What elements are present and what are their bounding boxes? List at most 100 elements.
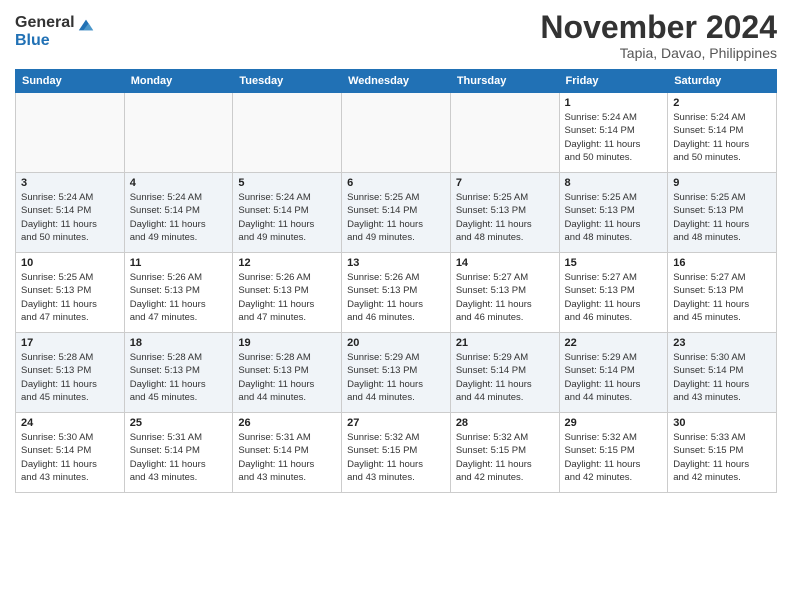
weekday-header-row: SundayMondayTuesdayWednesdayThursdayFrid…: [16, 70, 777, 93]
day-info: Sunrise: 5:25 AMSunset: 5:13 PMDaylight:…: [673, 191, 771, 244]
calendar-cell: 1 Sunrise: 5:24 AMSunset: 5:14 PMDaylight…: [559, 93, 668, 173]
day-number: 8: [565, 177, 663, 189]
calendar-cell: 5Sunrise: 5:24 AMSunset: 5:14 PMDaylight…: [233, 173, 342, 253]
weekday-header-thursday: Thursday: [450, 70, 559, 93]
calendar-cell: 14 Sunrise: 5:27 AMSunset: 5:13 PMDayligh…: [450, 253, 559, 333]
calendar-page: General Blue November 2024 Tapia, Davao,…: [0, 0, 792, 612]
day-number: 20: [347, 337, 445, 349]
day-info: Sunrise: 5:29 AMSunset: 5:14 PMDaylight:…: [456, 351, 554, 404]
day-number: 13: [347, 257, 445, 269]
day-number: 7: [456, 177, 554, 189]
day-info: Sunrise: 5:27 AMSunset: 5:13 PMDaylight:…: [456, 271, 554, 324]
day-info: Sunrise: 5:24 AMSunset: 5:14 PMDaylight:…: [130, 191, 228, 244]
day-number: 26: [238, 417, 336, 429]
calendar-cell: 12Sunrise: 5:26 AMSunset: 5:13 PMDayligh…: [233, 253, 342, 333]
day-number: 30: [673, 417, 771, 429]
day-number: 4: [130, 177, 228, 189]
logo-general-text: General: [15, 14, 75, 32]
day-info: Sunrise: 5:28 AMSunset: 5:13 PMDaylight:…: [238, 351, 336, 404]
day-number: 14: [456, 257, 554, 269]
calendar-cell: 17 Sunrise: 5:28 AMSunset: 5:13 PMDayligh…: [16, 333, 125, 413]
calendar-cell: 8 Sunrise: 5:25 AMSunset: 5:13 PMDaylight…: [559, 173, 668, 253]
calendar-cell: 24Sunrise: 5:30 AMSunset: 5:14 PMDayligh…: [16, 413, 125, 493]
day-number: 21: [456, 337, 554, 349]
day-number: 1: [565, 97, 663, 109]
calendar-cell: 10Sunrise: 5:25 AMSunset: 5:13 PMDayligh…: [16, 253, 125, 333]
day-info: Sunrise: 5:26 AMSunset: 5:13 PMDaylight:…: [347, 271, 445, 324]
day-info: Sunrise: 5:32 AMSunset: 5:15 PMDaylight:…: [347, 431, 445, 484]
day-number: 27: [347, 417, 445, 429]
day-info: Sunrise: 5:24 AMSunset: 5:14 PMDaylight:…: [21, 191, 119, 244]
calendar-cell: 25 Sunrise: 5:31 AMSunset: 5:14 PMDayligh…: [124, 413, 233, 493]
calendar-cell: 21 Sunrise: 5:29 AMSunset: 5:14 PMDayligh…: [450, 333, 559, 413]
day-info: Sunrise: 5:24 AMSunset: 5:14 PMDaylight:…: [565, 111, 663, 164]
day-info: Sunrise: 5:28 AMSunset: 5:13 PMDaylight:…: [21, 351, 119, 404]
calendar-cell: 3 Sunrise: 5:24 AMSunset: 5:14 PMDaylight…: [16, 173, 125, 253]
calendar-week-row: 24Sunrise: 5:30 AMSunset: 5:14 PMDayligh…: [16, 413, 777, 493]
calendar-cell: 2Sunrise: 5:24 AMSunset: 5:14 PMDaylight…: [668, 93, 777, 173]
day-number: 6: [347, 177, 445, 189]
calendar-week-row: 10Sunrise: 5:25 AMSunset: 5:13 PMDayligh…: [16, 253, 777, 333]
day-number: 11: [130, 257, 228, 269]
calendar-cell: 27 Sunrise: 5:32 AMSunset: 5:15 PMDayligh…: [342, 413, 451, 493]
calendar-cell: 20 Sunrise: 5:29 AMSunset: 5:13 PMDayligh…: [342, 333, 451, 413]
calendar-cell: [124, 93, 233, 173]
location: Tapia, Davao, Philippines: [540, 45, 777, 61]
day-number: 29: [565, 417, 663, 429]
logo: General Blue: [15, 14, 95, 49]
calendar-cell: 16 Sunrise: 5:27 AMSunset: 5:13 PMDayligh…: [668, 253, 777, 333]
title-block: November 2024 Tapia, Davao, Philippines: [540, 10, 777, 61]
calendar-week-row: 17 Sunrise: 5:28 AMSunset: 5:13 PMDayligh…: [16, 333, 777, 413]
day-info: Sunrise: 5:25 AMSunset: 5:14 PMDaylight:…: [347, 191, 445, 244]
day-number: 9: [673, 177, 771, 189]
calendar-week-row: 3 Sunrise: 5:24 AMSunset: 5:14 PMDaylight…: [16, 173, 777, 253]
day-info: Sunrise: 5:33 AMSunset: 5:15 PMDaylight:…: [673, 431, 771, 484]
day-number: 24: [21, 417, 119, 429]
day-info: Sunrise: 5:28 AMSunset: 5:13 PMDaylight:…: [130, 351, 228, 404]
day-number: 18: [130, 337, 228, 349]
day-number: 17: [21, 337, 119, 349]
day-number: 5: [238, 177, 336, 189]
calendar-cell: 6 Sunrise: 5:25 AMSunset: 5:14 PMDaylight…: [342, 173, 451, 253]
calendar-cell: 26 Sunrise: 5:31 AMSunset: 5:14 PMDayligh…: [233, 413, 342, 493]
day-number: 15: [565, 257, 663, 269]
calendar-cell: 4 Sunrise: 5:24 AMSunset: 5:14 PMDaylight…: [124, 173, 233, 253]
day-number: 22: [565, 337, 663, 349]
day-number: 16: [673, 257, 771, 269]
day-info: Sunrise: 5:27 AMSunset: 5:13 PMDaylight:…: [565, 271, 663, 324]
day-number: 25: [130, 417, 228, 429]
weekday-header-wednesday: Wednesday: [342, 70, 451, 93]
calendar-cell: 7 Sunrise: 5:25 AMSunset: 5:13 PMDaylight…: [450, 173, 559, 253]
calendar-cell: 29 Sunrise: 5:32 AMSunset: 5:15 PMDayligh…: [559, 413, 668, 493]
calendar-cell: [233, 93, 342, 173]
day-info: Sunrise: 5:31 AMSunset: 5:14 PMDaylight:…: [238, 431, 336, 484]
day-number: 2: [673, 97, 771, 109]
calendar-cell: [16, 93, 125, 173]
calendar-cell: [450, 93, 559, 173]
day-info: Sunrise: 5:29 AMSunset: 5:13 PMDaylight:…: [347, 351, 445, 404]
logo-blue-text: Blue: [15, 32, 75, 50]
weekday-header-saturday: Saturday: [668, 70, 777, 93]
calendar-cell: 19Sunrise: 5:28 AMSunset: 5:13 PMDayligh…: [233, 333, 342, 413]
calendar-cell: 28Sunrise: 5:32 AMSunset: 5:15 PMDayligh…: [450, 413, 559, 493]
weekday-header-friday: Friday: [559, 70, 668, 93]
calendar-table: SundayMondayTuesdayWednesdayThursdayFrid…: [15, 69, 777, 493]
day-info: Sunrise: 5:29 AMSunset: 5:14 PMDaylight:…: [565, 351, 663, 404]
calendar-cell: [342, 93, 451, 173]
day-info: Sunrise: 5:26 AMSunset: 5:13 PMDaylight:…: [238, 271, 336, 324]
calendar-week-row: 1 Sunrise: 5:24 AMSunset: 5:14 PMDaylight…: [16, 93, 777, 173]
calendar-cell: 18 Sunrise: 5:28 AMSunset: 5:13 PMDayligh…: [124, 333, 233, 413]
weekday-header-tuesday: Tuesday: [233, 70, 342, 93]
day-info: Sunrise: 5:27 AMSunset: 5:13 PMDaylight:…: [673, 271, 771, 324]
day-number: 3: [21, 177, 119, 189]
day-info: Sunrise: 5:31 AMSunset: 5:14 PMDaylight:…: [130, 431, 228, 484]
weekday-header-sunday: Sunday: [16, 70, 125, 93]
weekday-header-monday: Monday: [124, 70, 233, 93]
day-info: Sunrise: 5:32 AMSunset: 5:15 PMDaylight:…: [565, 431, 663, 484]
day-info: Sunrise: 5:25 AMSunset: 5:13 PMDaylight:…: [565, 191, 663, 244]
day-info: Sunrise: 5:25 AMSunset: 5:13 PMDaylight:…: [456, 191, 554, 244]
calendar-cell: 13 Sunrise: 5:26 AMSunset: 5:13 PMDayligh…: [342, 253, 451, 333]
calendar-cell: 11Sunrise: 5:26 AMSunset: 5:13 PMDayligh…: [124, 253, 233, 333]
day-number: 10: [21, 257, 119, 269]
calendar-cell: 30 Sunrise: 5:33 AMSunset: 5:15 PMDayligh…: [668, 413, 777, 493]
